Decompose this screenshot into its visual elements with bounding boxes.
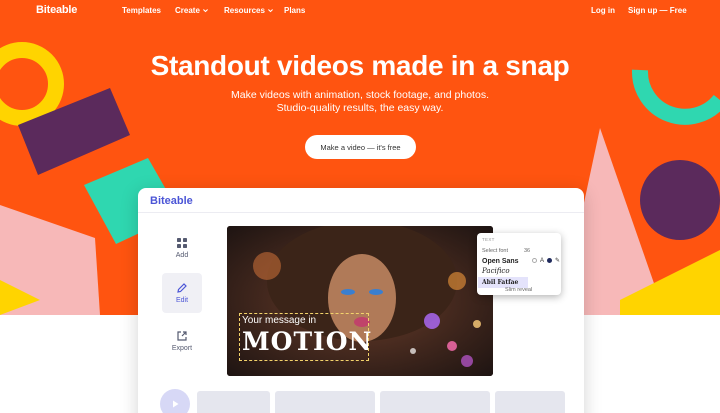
chevron-down-icon	[267, 9, 273, 13]
nav-plans[interactable]: Plans	[284, 6, 305, 15]
hero-subline-1: Make videos with animation, stock footag…	[231, 89, 489, 101]
font-panel-label: TEXT	[482, 237, 495, 242]
animation-select[interactable]: Slim reveal	[505, 287, 532, 293]
login-label: Log in	[591, 6, 615, 15]
font-option-pacifico[interactable]: Pacifico	[482, 267, 510, 275]
nav-templates-label: Templates	[122, 6, 161, 15]
timeline-clip[interactable]	[495, 391, 565, 413]
eyedropper-icon[interactable]: ✎	[555, 257, 560, 264]
hero-headline: Standout videos made in a snap	[150, 50, 570, 81]
signup-label: Sign up — Free	[628, 6, 687, 15]
app-logo: Biteable	[150, 195, 193, 207]
color-dot-dark[interactable]	[547, 258, 553, 263]
sidebar-add-label: Add	[175, 252, 189, 259]
timeline-clip[interactable]	[275, 391, 375, 413]
sidebar-export-label: Export	[171, 345, 193, 352]
pencil-icon	[177, 283, 187, 293]
font-panel: TEXT Select font 36 Open Sans Pacifico A…	[477, 233, 561, 295]
sidebar-export-button[interactable]: Export	[162, 321, 202, 361]
make-video-button[interactable]: Make a video — it's free	[305, 135, 416, 159]
font-size-field[interactable]: 36	[524, 248, 530, 254]
export-icon	[177, 331, 187, 341]
brand-logo[interactable]: Biteable	[36, 4, 77, 16]
grid-icon	[177, 238, 187, 248]
play-button[interactable]	[160, 389, 190, 413]
login-link[interactable]: Log in	[591, 6, 615, 15]
signup-link[interactable]: Sign up — Free	[628, 6, 687, 15]
chevron-down-icon	[202, 9, 208, 13]
top-nav: Biteable Templates Create Resources Plan…	[0, 0, 720, 22]
font-letter-icon: A	[540, 257, 545, 264]
timeline-clip[interactable]	[197, 391, 270, 413]
timeline-clip[interactable]	[380, 391, 490, 413]
font-select[interactable]: Select font	[482, 248, 508, 254]
nav-resources-label: Resources	[224, 6, 265, 15]
nav-templates[interactable]: Templates	[122, 6, 161, 15]
editor-preview: Biteable Add Edit Export Your message in…	[138, 188, 584, 413]
hero-subline-2: Studio-quality results, the easy way.	[276, 102, 444, 114]
nav-resources[interactable]: Resources	[224, 6, 274, 15]
nav-plans-label: Plans	[284, 6, 306, 15]
sidebar-edit-button[interactable]: Edit	[162, 273, 202, 313]
sidebar-add-button[interactable]: Add	[162, 228, 202, 268]
text-style-tools: A ✎	[532, 257, 560, 264]
sidebar-edit-label: Edit	[175, 297, 189, 304]
caption-small-text[interactable]: Your message in	[242, 315, 316, 326]
nav-create[interactable]: Create	[175, 6, 209, 15]
app-header-divider	[138, 212, 584, 213]
caption-big-text[interactable]: MOTION	[242, 327, 372, 356]
play-icon	[173, 400, 179, 408]
nav-create-label: Create	[175, 6, 200, 15]
font-option-open-sans[interactable]: Open Sans	[482, 258, 519, 265]
text-color-swatch[interactable]	[532, 258, 537, 263]
